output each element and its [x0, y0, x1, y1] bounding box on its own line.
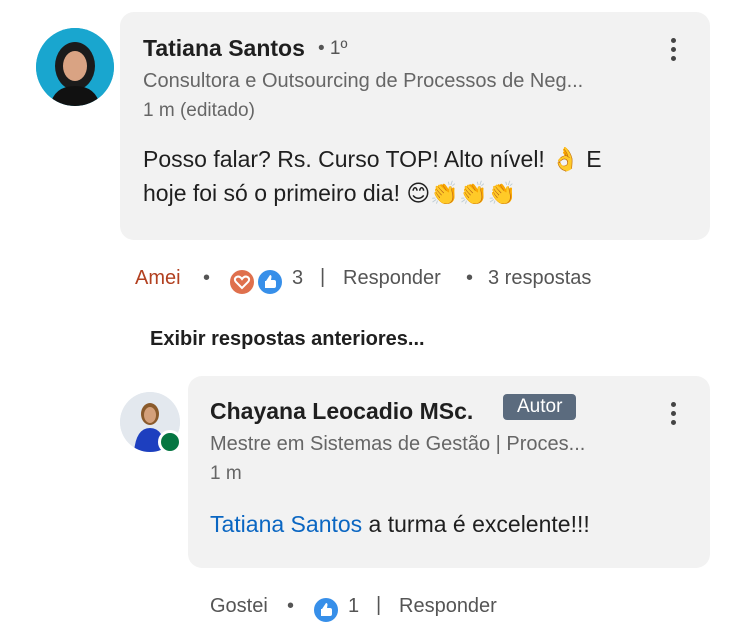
connection-degree: • 1º: [318, 38, 348, 59]
avatar-tatiana[interactable]: [36, 28, 114, 106]
heart-reaction-icon: [228, 268, 256, 296]
comment-more-options-icon[interactable]: [663, 38, 683, 68]
reply-reaction-count[interactable]: 1: [348, 595, 359, 618]
author-badge: Autor: [503, 394, 577, 420]
comment-timestamp: 1 m (editado): [143, 100, 255, 121]
comment-author-name[interactable]: Tatiana Santos: [143, 35, 305, 62]
comment-text-line-2: hoje foi só o primeiro dia! 😊👏👏👏: [143, 180, 517, 206]
reply-button[interactable]: Responder: [343, 267, 441, 290]
pipe-separator: |: [320, 266, 326, 288]
reply-respond-button[interactable]: Responder: [399, 595, 497, 618]
online-status-badge: [158, 430, 182, 454]
reply-more-options-icon[interactable]: [663, 402, 683, 432]
like-button[interactable]: Gostei: [210, 595, 268, 618]
reply-author-name[interactable]: Chayana Leocadio MSc.: [210, 398, 473, 425]
reply-text: Tatiana Santos a turma é excelente!!!: [210, 507, 590, 541]
reply-text-content: a turma é excelente!!!: [362, 511, 590, 537]
dot-separator: •: [203, 267, 211, 289]
dot-separator: •: [466, 267, 474, 289]
comment-author-headline: Consultora e Outsourcing de Processos de…: [143, 70, 584, 92]
show-previous-replies-link[interactable]: Exibir respostas anteriores...: [150, 328, 425, 351]
reaction-button-amei[interactable]: Amei: [135, 267, 181, 290]
replies-count-link[interactable]: 3 respostas: [488, 267, 591, 290]
reply-timestamp: 1 m: [210, 463, 242, 484]
like-reaction-icon: [256, 268, 284, 296]
reply-author-headline: Mestre em Sistemas de Gestão | Proces...: [210, 433, 586, 455]
mention-tatiana-santos[interactable]: Tatiana Santos: [210, 511, 362, 537]
dot-separator: •: [287, 595, 295, 617]
comment-text-line-1: Posso falar? Rs. Curso TOP! Alto nível! …: [143, 146, 602, 172]
pipe-separator: |: [376, 594, 382, 616]
reaction-count[interactable]: 3: [292, 267, 303, 290]
like-reaction-icon: [312, 596, 340, 624]
